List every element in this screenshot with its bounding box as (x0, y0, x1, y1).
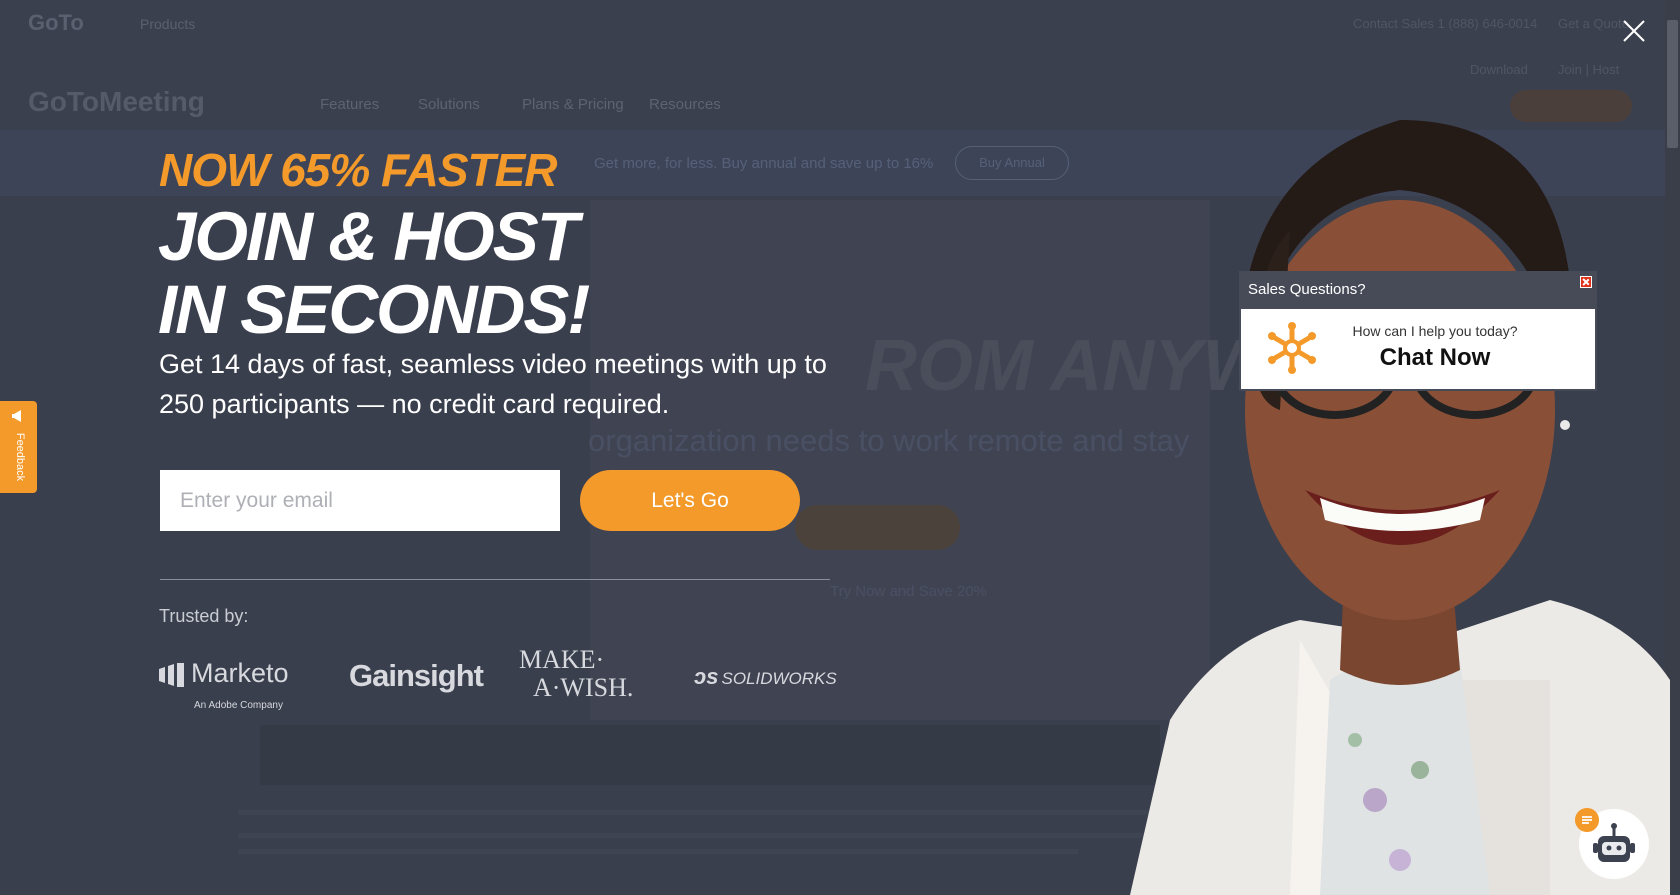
chat-question: How can I help you today? (1352, 323, 1518, 339)
marketo-subtitle: An Adobe Company (194, 700, 283, 711)
join-host-link: Join | Host (1558, 62, 1620, 77)
headline-line-1: JOIN & HOST (158, 198, 579, 275)
contact-sales-link: Contact Sales 1 (888) 646-0014 (1353, 16, 1538, 31)
chat-header-title: Sales Questions? (1248, 281, 1366, 298)
goto-asterisk-icon (1268, 322, 1316, 374)
chat-now-button[interactable]: How can I help you today? Chat Now (1239, 307, 1597, 391)
person-photo (1130, 120, 1670, 895)
chat-header: Sales Questions? (1239, 271, 1597, 307)
cookie-notice-line (238, 810, 1158, 815)
modal-headline: JOIN & HOST IN SECONDS! (158, 198, 590, 348)
nav-solutions: Solutions (418, 96, 480, 113)
nav-resources: Resources (649, 96, 721, 113)
headline-line-2: IN SECONDS! (158, 271, 590, 348)
get-quote-link: Get a Quote (1558, 16, 1629, 31)
divider (160, 579, 830, 580)
marketo-bars-icon (159, 662, 184, 687)
modal-subtext: Get 14 days of fast, seamless video meet… (159, 349, 827, 419)
cookie-notice-line (238, 849, 1078, 854)
goto-logo: GoTo (28, 10, 84, 35)
nav-features: Features (320, 96, 380, 113)
footer-strip (260, 725, 1160, 785)
hero-cta-button (795, 505, 960, 550)
megaphone-icon (12, 410, 21, 422)
close-icon[interactable] (1620, 17, 1648, 45)
cookie-notice-line (238, 833, 1158, 838)
trusted-by-label: Trusted by: (159, 606, 249, 626)
solidworks-logo: ↄs SOLIDWORKS (694, 664, 837, 690)
ds-mark-icon: ↄs (694, 664, 719, 689)
modal-eyebrow: NOW 65% FASTER (159, 144, 558, 196)
marketo-wordmark: Marketo (191, 658, 289, 688)
make-a-wish-logo: MAKE· A·WISH. (519, 646, 633, 702)
nav-plans-pricing: Plans & Pricing (522, 96, 624, 113)
promo-text: Get more, for less. Buy annual and save … (594, 155, 934, 172)
gainsight-logo: Gainsight (349, 658, 484, 693)
hero-subtitle: organization needs to work remote and st… (588, 423, 1190, 458)
feedback-label: Feedback (14, 432, 27, 482)
download-link: Download (1470, 62, 1528, 77)
email-input[interactable] (160, 470, 560, 531)
products-menu: Products (140, 16, 196, 32)
gotomeeting-logo: GoToMeeting (28, 86, 205, 117)
marketo-logo: Marketo An Adobe Company (159, 658, 289, 711)
sales-chat-widget: Sales Questions? How can I help you toda… (1239, 271, 1597, 391)
chat-bubble-icon (1575, 808, 1599, 832)
solidworks-wordmark: SOLIDWORKS (721, 669, 837, 688)
make-a-wish-line-2: A·WISH. (533, 673, 634, 702)
lets-go-button[interactable]: Let's Go (580, 470, 800, 531)
make-a-wish-line-1: MAKE· (519, 645, 605, 674)
hero-note: Try Now and Save 20% (830, 583, 988, 600)
chat-close-icon[interactable] (1580, 276, 1592, 288)
feedback-tab[interactable]: Feedback (0, 401, 37, 493)
chat-now-label: Chat Now (1379, 344, 1491, 371)
buy-annual-button: Buy Annual (955, 146, 1069, 180)
trusted-logos: Marketo An Adobe Company Gainsight MAKE·… (159, 640, 859, 716)
